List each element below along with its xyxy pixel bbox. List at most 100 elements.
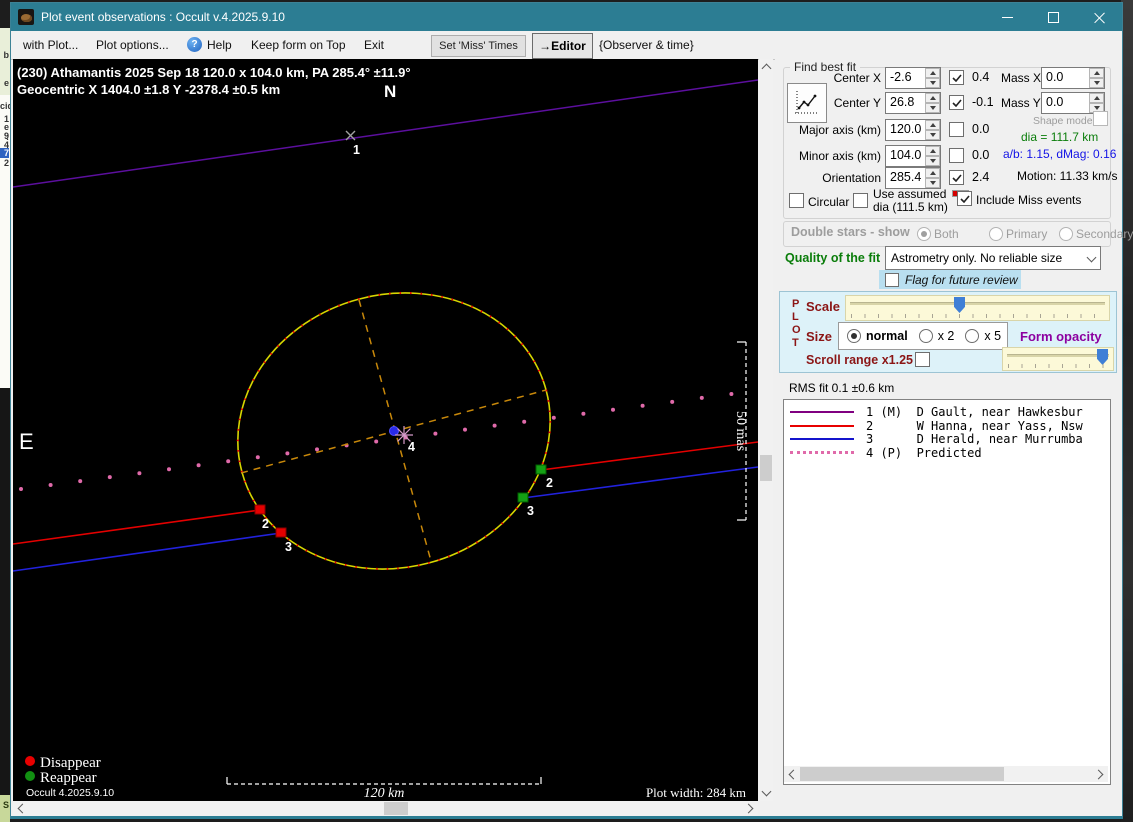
orientation-checkbox[interactable]	[949, 170, 964, 185]
radio-both[interactable]	[917, 227, 931, 241]
plot-vertical-scrollbar[interactable]	[759, 59, 773, 801]
use-assumed-dia-checkbox[interactable]	[853, 193, 868, 208]
use-assumed-dia-label: Use assumed	[873, 187, 947, 201]
combo-dropdown-button[interactable]	[1082, 252, 1100, 263]
spin-up[interactable]	[1089, 93, 1104, 103]
spin-down[interactable]	[925, 78, 940, 88]
maximize-icon	[1047, 11, 1059, 23]
scroll-left-button[interactable]	[784, 766, 800, 782]
menu-help[interactable]: Help	[207, 38, 232, 52]
quality-combobox[interactable]: Astrometry only. No reliable size	[885, 246, 1101, 270]
north-label: N	[384, 82, 396, 101]
close-button[interactable]	[1076, 3, 1122, 31]
spin-down[interactable]	[925, 130, 940, 140]
scroll-down-button[interactable]	[759, 785, 773, 801]
size-label: Size	[806, 329, 833, 344]
size-x5-label: x 5	[984, 329, 1002, 343]
minimize-icon	[1001, 16, 1013, 18]
east-label: E	[19, 429, 34, 454]
size-x2-label: x 2	[937, 329, 955, 343]
help-icon[interactable]: ?	[187, 37, 202, 52]
minor-axis-spinner[interactable]: 104.0	[885, 145, 941, 167]
list-item[interactable]: 4 (P) Predicted	[784, 446, 1110, 460]
plot-display-controls: P L O T Scale Size normal x 2 x 5 Form o…	[779, 291, 1117, 373]
spin-up[interactable]	[925, 120, 940, 130]
chord-2-disappear-marker[interactable]	[254, 504, 266, 515]
major-axis-sigma: 0.0	[972, 122, 990, 136]
scale-slider-thumb[interactable]	[954, 297, 965, 313]
minor-axis-label: Minor axis (km)	[798, 149, 881, 163]
observer-time-label[interactable]: {Observer & time}	[599, 38, 694, 52]
spin-up[interactable]	[1089, 68, 1104, 78]
minor-axis-checkbox[interactable]	[949, 148, 964, 163]
set-miss-times-button[interactable]: Set 'Miss' Times	[431, 35, 526, 57]
scale-slider[interactable]	[845, 295, 1110, 321]
list-horizontal-scrollbar[interactable]	[784, 766, 1108, 782]
flag-review-checkbox[interactable]	[885, 272, 899, 287]
list-item[interactable]: 3 D Herald, near Murrumba	[784, 432, 1110, 446]
menu-with-plot[interactable]: with Plot...	[23, 38, 78, 52]
chord-3-disappear-marker[interactable]	[275, 527, 287, 538]
scroll-right-button[interactable]	[1092, 766, 1108, 782]
include-miss-events-checkbox[interactable]	[957, 191, 972, 206]
scroll-left-button[interactable]	[13, 801, 29, 816]
hscroll-thumb[interactable]	[384, 802, 408, 815]
mass-x-spinner[interactable]: 0.0	[1041, 67, 1105, 89]
center-x-sigma: 0.4	[972, 70, 990, 84]
scroll-right-button[interactable]	[742, 801, 758, 816]
maximize-button[interactable]	[1030, 3, 1076, 31]
spin-up[interactable]	[925, 93, 940, 103]
plot-letter: O	[792, 324, 801, 336]
center-x-checkbox[interactable]	[949, 70, 964, 85]
size-x5-radio[interactable]	[965, 329, 980, 343]
ellipse-center-marker[interactable]	[389, 426, 399, 436]
list-item[interactable]: 2 W Hanna, near Yass, Nsw	[784, 419, 1110, 433]
menu-exit[interactable]: Exit	[364, 38, 384, 52]
motion-value: Motion: 11.33 km/s	[1017, 169, 1118, 183]
scroll-up-button[interactable]	[759, 59, 773, 75]
observer-list[interactable]: 1 (M) D Gault, near Hawkesbur 2 W Hanna,…	[783, 399, 1111, 785]
close-icon	[1094, 12, 1105, 23]
editor-button[interactable]: →Editor	[532, 33, 593, 59]
major-axis-checkbox[interactable]	[949, 122, 964, 137]
chord-3-label-right: 3	[527, 504, 534, 518]
radio-secondary[interactable]	[1059, 227, 1073, 241]
spin-up[interactable]	[925, 168, 940, 178]
size-x2-radio[interactable]	[918, 329, 933, 343]
list-hscroll-thumb[interactable]	[800, 767, 1004, 781]
major-axis-spinner[interactable]: 120.0	[885, 119, 941, 141]
scroll-range-checkbox[interactable]	[915, 352, 930, 367]
plot-letter: L	[792, 311, 799, 323]
center-x-spinner[interactable]: -2.6	[885, 67, 941, 89]
occultation-plot-canvas[interactable]: 1 2 2 3 3 4 50 mas 120 km Plot width: 28…	[12, 59, 759, 801]
spin-down[interactable]	[925, 103, 940, 113]
circular-checkbox[interactable]	[789, 193, 804, 208]
spin-down[interactable]	[1089, 78, 1104, 88]
scroll-range-label: Scroll range x1.25	[806, 353, 914, 367]
menu-keep-on-top[interactable]: Keep form on Top	[251, 38, 346, 52]
title-bar[interactable]: Plot event observations : Occult v.4.202…	[11, 3, 1122, 31]
list-item[interactable]: 1 (M) D Gault, near Hawkesbur	[784, 405, 1110, 419]
orientation-spinner[interactable]: 285.4	[885, 167, 941, 189]
occult-app-icon	[18, 9, 34, 25]
size-normal-radio[interactable]	[847, 329, 861, 343]
opacity-slider-thumb[interactable]	[1097, 349, 1108, 365]
mass-x-label: Mass X	[1001, 71, 1042, 85]
predicted-label: 4	[408, 440, 415, 454]
minimize-button[interactable]	[984, 3, 1030, 31]
chord-2-reappear-marker[interactable]	[535, 464, 547, 475]
form-opacity-slider[interactable]	[1002, 347, 1114, 371]
bg-strip-text: b	[3, 50, 10, 60]
radio-primary[interactable]	[989, 227, 1003, 241]
center-y-spinner[interactable]: 26.8	[885, 92, 941, 114]
spin-up[interactable]	[925, 146, 940, 156]
plot-horizontal-scrollbar[interactable]	[13, 801, 758, 816]
spin-up[interactable]	[925, 68, 940, 78]
vscroll-thumb[interactable]	[760, 455, 772, 481]
menu-plot-options[interactable]: Plot options...	[96, 38, 169, 52]
shape-model-checkbox[interactable]	[1093, 111, 1108, 126]
spin-down[interactable]	[925, 156, 940, 166]
center-y-checkbox[interactable]	[949, 95, 964, 110]
chord-3-reappear-marker[interactable]	[517, 492, 529, 503]
center-x-label: Center X	[833, 71, 881, 85]
